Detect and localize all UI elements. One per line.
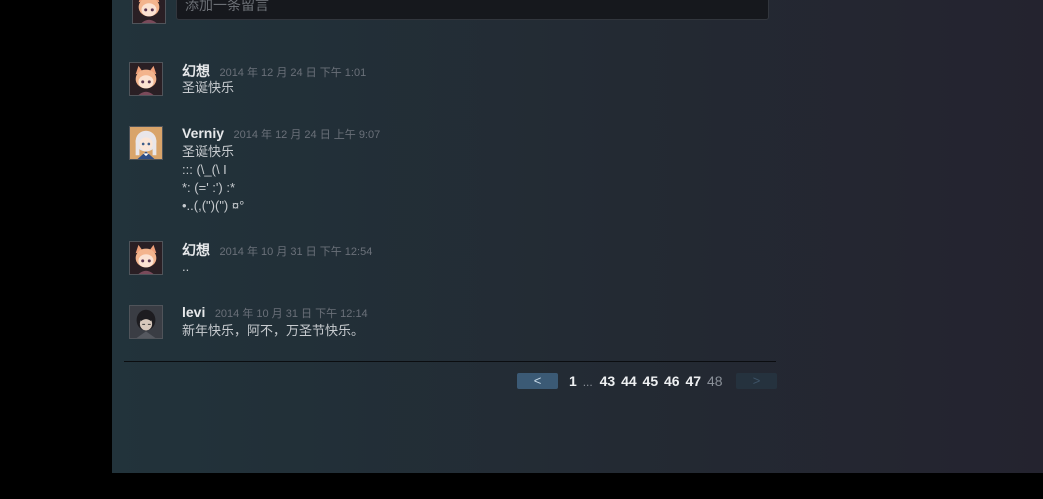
comment-text: 圣诞快乐 bbox=[182, 80, 235, 95]
comments-panel: 幻想 2014 年 12 月 24 日 下午 1:01 圣诞快乐 Verniy … bbox=[112, 0, 1043, 473]
comment-meta: 幻想 2014 年 10 月 31 日 下午 12:54 bbox=[182, 240, 372, 260]
anime-girl-catears-avatar bbox=[130, 242, 162, 274]
commenter-avatar[interactable] bbox=[129, 126, 163, 160]
comment-text: .. bbox=[182, 259, 190, 274]
page-link-44[interactable]: 44 bbox=[621, 373, 637, 389]
comment-author-link[interactable]: 幻想 bbox=[182, 63, 210, 79]
divider bbox=[124, 361, 776, 362]
page-link-46[interactable]: 46 bbox=[664, 373, 680, 389]
comment-author-link[interactable]: levi bbox=[182, 304, 205, 320]
comment-timestamp: 2014 年 12 月 24 日 下午 1:01 bbox=[219, 67, 367, 79]
comment-meta: levi 2014 年 10 月 31 日 下午 12:14 bbox=[182, 304, 368, 322]
comment-timestamp: 2014 年 12 月 24 日 上午 9:07 bbox=[233, 129, 381, 141]
anime-girl-catears-avatar bbox=[133, 0, 165, 23]
comment-timestamp: 2014 年 10 月 31 日 下午 12:54 bbox=[219, 246, 373, 258]
anime-girl-silver-hair-avatar bbox=[130, 127, 162, 159]
comment-meta: 幻想 2014 年 12 月 24 日 下午 1:01 bbox=[182, 61, 366, 81]
comment-meta: Verniy 2014 年 12 月 24 日 上午 9:07 bbox=[182, 125, 380, 143]
page-link-43[interactable]: 43 bbox=[600, 373, 616, 389]
prev-page-button[interactable]: < bbox=[517, 373, 558, 389]
anime-man-dark-hair-avatar bbox=[130, 306, 162, 338]
page-ellipsis: ... bbox=[582, 375, 593, 389]
commenter-avatar[interactable] bbox=[129, 241, 163, 275]
comment-text: 新年快乐，阿不，万圣节快乐。 bbox=[182, 323, 365, 338]
comment-author-link[interactable]: 幻想 bbox=[182, 242, 210, 258]
my-avatar bbox=[132, 0, 166, 24]
anime-girl-catears-avatar bbox=[130, 63, 162, 95]
page-link-45[interactable]: 45 bbox=[643, 373, 659, 389]
add-comment-input[interactable] bbox=[176, 0, 769, 20]
page-link-1[interactable]: 1 bbox=[569, 373, 577, 389]
page-link-47[interactable]: 47 bbox=[685, 373, 701, 389]
next-page-button[interactable]: > bbox=[736, 373, 777, 389]
page-links: 1 ... 43 44 45 46 47 48 bbox=[569, 372, 725, 391]
commenter-avatar[interactable] bbox=[129, 62, 163, 96]
comment-author-link[interactable]: Verniy bbox=[182, 125, 224, 141]
commenter-avatar[interactable] bbox=[129, 305, 163, 339]
current-page: 48 bbox=[706, 373, 723, 389]
comment-text: 圣诞快乐 ::: (\_(\ I *: (=' :') :* •..(,(")(… bbox=[182, 144, 245, 213]
comment-timestamp: 2014 年 10 月 31 日 下午 12:14 bbox=[214, 308, 368, 320]
